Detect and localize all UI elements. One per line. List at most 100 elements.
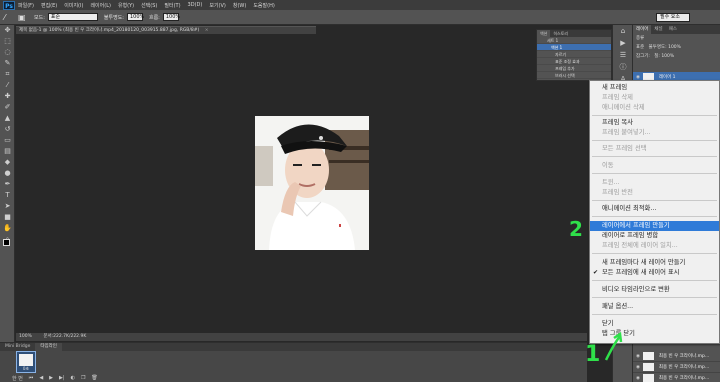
duplicate-frame-icon[interactable]: ❐ xyxy=(81,375,85,382)
healing-tool-icon[interactable]: ✚ xyxy=(0,91,15,102)
quick-select-tool-icon[interactable]: ✎ xyxy=(0,58,15,69)
menu-select[interactable]: 선택(S) xyxy=(141,2,157,9)
menu-item-close[interactable]: 닫기 xyxy=(590,319,719,329)
menu-item-reverse-frames[interactable]: 프레임 반전 xyxy=(590,188,719,198)
menu-edit[interactable]: 편집(E) xyxy=(41,2,57,9)
eraser-tool-icon[interactable]: ▭ xyxy=(0,135,15,146)
menu-item-match-layer-across-frames[interactable]: 프레임 전체에 레이어 일치... xyxy=(590,241,719,251)
actions-panel: 액션 히스토리 세트 1 액션 1 자르기 표준 조정 효과 프레임 추가 브러… xyxy=(536,29,612,81)
tab-actions[interactable]: 액션 xyxy=(537,30,551,37)
action-row[interactable]: 자르기 xyxy=(537,51,611,58)
path-select-tool-icon[interactable]: ➤ xyxy=(0,201,15,212)
tab-layers[interactable]: 레이어 xyxy=(633,25,652,34)
animation-frame[interactable]: 0초 xyxy=(16,351,36,373)
dodge-tool-icon[interactable]: ● xyxy=(0,168,15,179)
menu-item-select-all-frames[interactable]: 모든 프레임 선택 xyxy=(590,144,719,154)
photoshop-logo: Ps xyxy=(3,0,15,10)
loop-select[interactable]: 한 번 xyxy=(12,375,23,382)
menu-item-make-frames-from-layers[interactable]: 레이어에서 프레임 만들기 xyxy=(590,221,719,231)
menu-filter[interactable]: 필터(T) xyxy=(164,2,180,9)
mode-select[interactable]: 표준 xyxy=(47,13,98,21)
gradient-tool-icon[interactable]: ▤ xyxy=(0,146,15,157)
blur-tool-icon[interactable]: ◆ xyxy=(0,157,15,168)
history-icon[interactable]: ⌂ xyxy=(613,25,633,37)
menu-layer[interactable]: 레이어(L) xyxy=(90,2,111,9)
layer-row[interactable]: ◉ 최용 빈 우 크라이나.mp... xyxy=(633,351,720,362)
menu-item-new-layers-visible-all-frames[interactable]: ✔ 모든 프레임에 새 레이어 표시 xyxy=(590,268,719,278)
visibility-eye-icon[interactable]: ◉ xyxy=(636,354,640,359)
tab-channels[interactable]: 채널 xyxy=(651,25,665,34)
lasso-tool-icon[interactable]: ◌ xyxy=(0,47,15,58)
menu-type[interactable]: 유형(Y) xyxy=(118,2,134,9)
menu-file[interactable]: 파일(F) xyxy=(18,2,34,9)
document-tab[interactable]: 제목 없음-1 @ 100% (최용 빈 우 크라이나.mp4_20180120… xyxy=(16,26,316,34)
hand-tool-icon[interactable]: ✋ xyxy=(0,223,15,234)
action-row[interactable]: 표준 조정 효과 xyxy=(537,58,611,65)
visibility-eye-icon[interactable]: ◉ xyxy=(636,365,640,370)
menu-image[interactable]: 이미지(I) xyxy=(64,2,83,9)
tab-timeline[interactable]: 타임라인 xyxy=(35,343,62,351)
next-frame-icon[interactable]: ▶| xyxy=(59,375,65,382)
layer-row[interactable]: ◉ 최용 빈 우 크라이나.mp... xyxy=(633,373,720,382)
action-row[interactable]: 액션 1 xyxy=(537,44,611,51)
menu-window[interactable]: 창(W) xyxy=(233,2,246,9)
pen-tool-icon[interactable]: ✒ xyxy=(0,179,15,190)
marquee-tool-icon[interactable]: ⬚ xyxy=(0,36,15,47)
menu-item-delete-frame[interactable]: 프레임 삭제 xyxy=(590,93,719,103)
frame-delay[interactable]: 0초 xyxy=(17,366,35,372)
play-icon[interactable]: ▶ xyxy=(49,375,53,382)
menu-3d[interactable]: 3D(D) xyxy=(188,2,203,8)
crop-tool-icon[interactable]: ⌗ xyxy=(0,69,15,80)
menu-item-new-frame[interactable]: 새 프레임 xyxy=(590,83,719,93)
menu-separator xyxy=(592,216,717,217)
menu-separator xyxy=(592,314,717,315)
menu-help[interactable]: 도움말(H) xyxy=(253,2,274,9)
menu-item-optimize-animation[interactable]: 애니메이션 최적화... xyxy=(590,204,719,214)
tween-icon[interactable]: ◐ xyxy=(71,375,75,382)
menu-item-delete-animation[interactable]: 애니메이션 삭제 xyxy=(590,103,719,113)
type-tool-icon[interactable]: T xyxy=(0,190,15,201)
menu-item-copy-frame[interactable]: 프레임 복사 xyxy=(590,118,719,128)
menu-item-flatten-frames-into-layers[interactable]: 레이어로 프레임 병합 xyxy=(590,231,719,241)
tab-history[interactable]: 히스토리 xyxy=(550,30,571,37)
foreground-color-swatch[interactable] xyxy=(3,239,10,246)
tab-paths[interactable]: 패스 xyxy=(666,25,680,34)
info-icon[interactable]: ⓘ xyxy=(613,61,633,73)
brush-tool-icon[interactable]: ✐ xyxy=(0,102,15,113)
zoom-level[interactable]: 100% xyxy=(19,334,32,339)
menu-item-paste-frame[interactable]: 프레임 붙여넣기... xyxy=(590,128,719,138)
action-row[interactable]: 세트 1 xyxy=(537,37,611,44)
actions-icon[interactable]: ▶ xyxy=(613,37,633,49)
stamp-tool-icon[interactable]: ▲ xyxy=(0,113,15,124)
move-tool-icon[interactable]: ✥ xyxy=(0,25,15,36)
flow-input[interactable]: 100% xyxy=(162,13,180,21)
menu-item-tween[interactable]: 트윈... xyxy=(590,178,719,188)
previous-frame-icon[interactable]: ◀ xyxy=(39,375,43,382)
tab-mini-bridge[interactable]: Mini Bridge xyxy=(0,343,35,351)
properties-icon[interactable]: ☰ xyxy=(613,49,633,61)
brush-panel-icon[interactable]: ▣ xyxy=(18,13,28,22)
layer-filter-kind[interactable]: 종류 xyxy=(633,34,720,43)
menu-item-move[interactable]: 이동 xyxy=(590,161,719,171)
close-document-icon[interactable]: × xyxy=(205,28,209,33)
action-row[interactable]: 프레임 추가 xyxy=(537,65,611,72)
layer-row[interactable]: ◉ 최용 빈 우 크라이나.mp... xyxy=(633,362,720,373)
layer-fill[interactable]: 칠: 100% xyxy=(654,54,674,59)
history-brush-tool-icon[interactable]: ↺ xyxy=(0,124,15,135)
workspace-select[interactable]: 필수 요소 xyxy=(656,13,690,22)
delete-frame-icon[interactable]: 🗑 xyxy=(91,375,97,382)
eyedropper-tool-icon[interactable]: ⁄ xyxy=(0,80,15,91)
brush-preset-icon[interactable]: ⁄ xyxy=(4,13,14,22)
first-frame-icon[interactable]: ⏮ xyxy=(29,375,34,382)
visibility-eye-icon[interactable]: ◉ xyxy=(636,376,640,381)
opacity-input[interactable]: 100% xyxy=(126,13,144,21)
menu-item-panel-options[interactable]: 패널 옵션... xyxy=(590,302,719,312)
layer-opacity[interactable]: 불투명도: 100% xyxy=(649,45,681,50)
menu-view[interactable]: 보기(V) xyxy=(209,2,226,9)
menu-item-convert-to-video-timeline[interactable]: 비디오 타임라인으로 변환 xyxy=(590,285,719,295)
shape-tool-icon[interactable]: ■ xyxy=(0,212,15,223)
action-row[interactable]: 브러시 선택 xyxy=(537,72,611,79)
blend-mode-select[interactable]: 표준 xyxy=(636,45,644,50)
menu-separator xyxy=(592,253,717,254)
menu-item-create-new-layer-each-frame[interactable]: 새 프레임마다 새 레이어 만들기 xyxy=(590,258,719,268)
